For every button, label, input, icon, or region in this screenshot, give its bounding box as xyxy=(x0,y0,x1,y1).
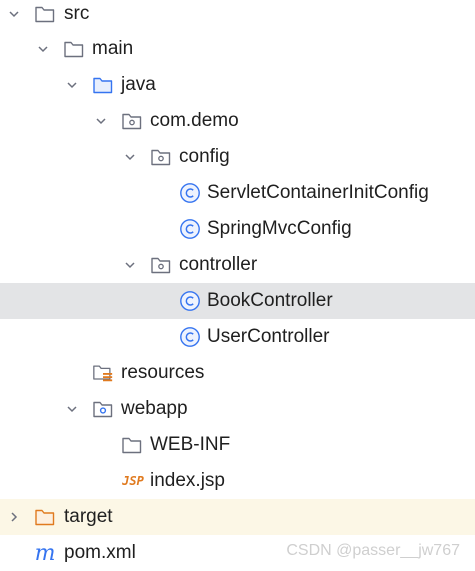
web-folder-icon xyxy=(92,398,114,420)
tree-node-spring-mvc-config[interactable]: SpringMvcConfig xyxy=(0,211,475,247)
source-folder-icon xyxy=(92,74,114,96)
tree-node-controller[interactable]: controller xyxy=(0,247,475,283)
tree-node-label: target xyxy=(64,506,113,527)
tree-node-book-controller[interactable]: BookController xyxy=(0,283,475,319)
excluded-folder-icon xyxy=(34,506,56,528)
package-icon xyxy=(121,110,143,132)
tree-node-label: java xyxy=(121,74,156,95)
java-class-icon xyxy=(179,218,201,240)
chevron-down-icon[interactable] xyxy=(6,6,22,22)
tree-node-label: index.jsp xyxy=(150,470,225,491)
tree-node-servlet-container-init-config[interactable]: ServletContainerInitConfig xyxy=(0,175,475,211)
tree-node-web-inf[interactable]: WEB-INF xyxy=(0,427,475,463)
tree-node-label: resources xyxy=(121,362,205,383)
folder-icon xyxy=(63,38,85,60)
package-icon xyxy=(150,146,172,168)
tree-node-webapp[interactable]: webapp xyxy=(0,391,475,427)
tree-node-com-demo[interactable]: com.demo xyxy=(0,103,475,139)
tree-node-label: BookController xyxy=(207,290,333,311)
tree-node-java[interactable]: java xyxy=(0,67,475,103)
tree-node-label: main xyxy=(92,38,134,59)
tree-node-label: config xyxy=(179,146,230,167)
java-class-icon xyxy=(179,326,201,348)
tree-node-label: src xyxy=(64,3,90,24)
folder-icon xyxy=(121,434,143,456)
maven-icon: m xyxy=(34,540,56,566)
chevron-down-icon[interactable] xyxy=(122,149,138,165)
java-class-icon xyxy=(179,290,201,312)
chevron-down-icon[interactable] xyxy=(35,41,51,57)
tree-node-label: com.demo xyxy=(150,110,239,131)
java-class-icon xyxy=(179,182,201,204)
chevron-down-icon[interactable] xyxy=(64,401,80,417)
chevron-down-icon[interactable] xyxy=(93,113,109,129)
chevron-down-icon[interactable] xyxy=(122,257,138,273)
tree-node-label: UserController xyxy=(207,326,330,347)
tree-node-target[interactable]: target xyxy=(0,499,475,535)
tree-node-src[interactable]: src xyxy=(0,0,475,32)
tree-node-label: controller xyxy=(179,254,258,275)
tree-node-config[interactable]: config xyxy=(0,139,475,175)
tree-node-label: webapp xyxy=(121,398,188,419)
chevron-right-icon[interactable] xyxy=(6,509,22,525)
tree-node-label: SpringMvcConfig xyxy=(207,218,352,239)
resources-folder-icon xyxy=(92,362,114,384)
tree-node-index-jsp[interactable]: JSP index.jsp xyxy=(0,463,475,499)
chevron-down-icon[interactable] xyxy=(64,77,80,93)
watermark: CSDN @passer__jw767 xyxy=(286,542,460,559)
package-icon xyxy=(150,254,172,276)
tree-node-main[interactable]: main xyxy=(0,31,475,67)
tree-node-label: ServletContainerInitConfig xyxy=(207,182,429,203)
folder-icon xyxy=(34,3,56,25)
tree-node-user-controller[interactable]: UserController xyxy=(0,319,475,355)
jsp-file-icon: JSP xyxy=(122,474,144,488)
tree-node-resources[interactable]: resources xyxy=(0,355,475,391)
tree-node-label: pom.xml xyxy=(64,542,136,563)
tree-node-label: WEB-INF xyxy=(150,434,231,455)
